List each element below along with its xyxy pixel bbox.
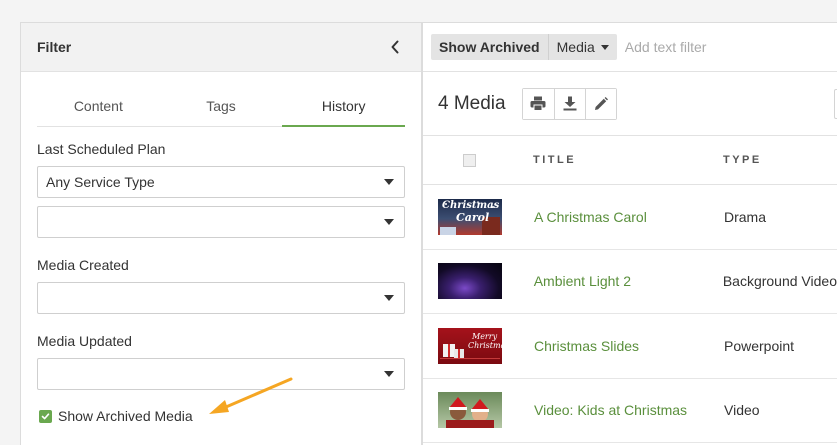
download-icon <box>563 96 577 111</box>
thumbnail-kids-christmas <box>438 392 502 429</box>
tab-tags[interactable]: Tags <box>160 92 283 126</box>
caret-down-icon <box>600 44 609 50</box>
chevron-left-icon <box>391 40 399 54</box>
service-type-value: Any Service Type <box>46 174 155 190</box>
thumbnail-christmas-carol: Christmas Carol <box>438 198 502 235</box>
tab-history[interactable]: History <box>282 92 406 127</box>
download-button[interactable] <box>553 88 585 119</box>
show-archived-chip[interactable]: Show Archived <box>431 34 548 60</box>
thumb-title-line1: Merry <box>472 331 498 341</box>
table-row[interactable]: Merry Christmas Christmas Slides Powerpo… <box>423 314 837 379</box>
media-count: 4 Media <box>438 92 506 114</box>
annotation-arrow-icon <box>209 377 293 414</box>
media-list-area: Show Archived Media 4 Media <box>422 22 837 445</box>
filter-header: Filter <box>21 23 421 72</box>
media-updated-label: Media Updated <box>37 333 132 349</box>
select-all-checkbox[interactable] <box>463 153 476 167</box>
media-title-link[interactable]: A Christmas Carol <box>534 209 724 225</box>
media-title-link[interactable]: Ambient Light 2 <box>534 273 723 289</box>
media-created-select[interactable] <box>37 282 405 314</box>
media-created-label: Media Created <box>37 257 129 273</box>
caret-down-icon <box>384 219 394 225</box>
kids-art <box>446 397 494 429</box>
edit-button[interactable] <box>584 88 616 119</box>
last-scheduled-plan-label: Last Scheduled Plan <box>37 141 166 157</box>
filter-tabs: Content Tags History <box>37 92 406 127</box>
media-type: Video <box>724 402 760 419</box>
thumb-title-line2: Christmas <box>468 340 502 350</box>
media-title-link[interactable]: Christmas Slides <box>534 338 724 354</box>
media-title-link[interactable]: Video: Kids at Christmas <box>534 402 724 418</box>
caret-down-icon <box>384 295 394 301</box>
column-header-type[interactable]: TYPE <box>723 154 762 166</box>
caret-down-icon <box>384 179 394 185</box>
table-row[interactable]: Ambient Light 2 Background Video <box>423 250 837 314</box>
toolbar-button-group <box>521 87 617 120</box>
show-archived-checkbox[interactable] <box>39 409 52 423</box>
service-type-select[interactable]: Any Service Type <box>37 166 405 198</box>
table-row[interactable]: Christmas Carol A Christmas Carol Drama <box>423 185 837 250</box>
table-header: TITLE TYPE <box>423 136 837 185</box>
text-filter-input[interactable] <box>624 39 825 55</box>
table-row[interactable]: Video: Kids at Christmas Video <box>423 379 837 443</box>
thumb-title-line2: Carol <box>456 210 490 224</box>
checkmark-icon <box>41 412 50 419</box>
media-type: Background Video <box>722 273 837 290</box>
thumbnail-ambient-light <box>438 263 502 300</box>
plan-select[interactable] <box>37 206 405 238</box>
media-type: Powerpoint <box>724 337 795 354</box>
filter-title: Filter <box>37 39 72 55</box>
list-toolbar: 4 Media <box>423 72 837 136</box>
thumbnail-christmas-slides: Merry Christmas <box>438 327 502 364</box>
collapse-filter-button[interactable] <box>385 37 405 57</box>
caret-down-icon <box>384 371 394 377</box>
show-archived-label[interactable]: Show Archived Media <box>58 408 193 424</box>
column-header-title[interactable]: TITLE <box>533 154 723 166</box>
tab-content[interactable]: Content <box>37 92 160 126</box>
print-icon <box>530 96 546 111</box>
pencil-icon <box>594 96 608 110</box>
media-type-chip[interactable]: Media <box>547 34 617 60</box>
print-button[interactable] <box>522 88 554 119</box>
media-type: Drama <box>724 208 767 225</box>
active-filter-bar: Show Archived Media <box>423 23 837 72</box>
thumb-title-line1: Christmas <box>442 199 500 211</box>
media-chip-label: Media <box>556 39 595 55</box>
